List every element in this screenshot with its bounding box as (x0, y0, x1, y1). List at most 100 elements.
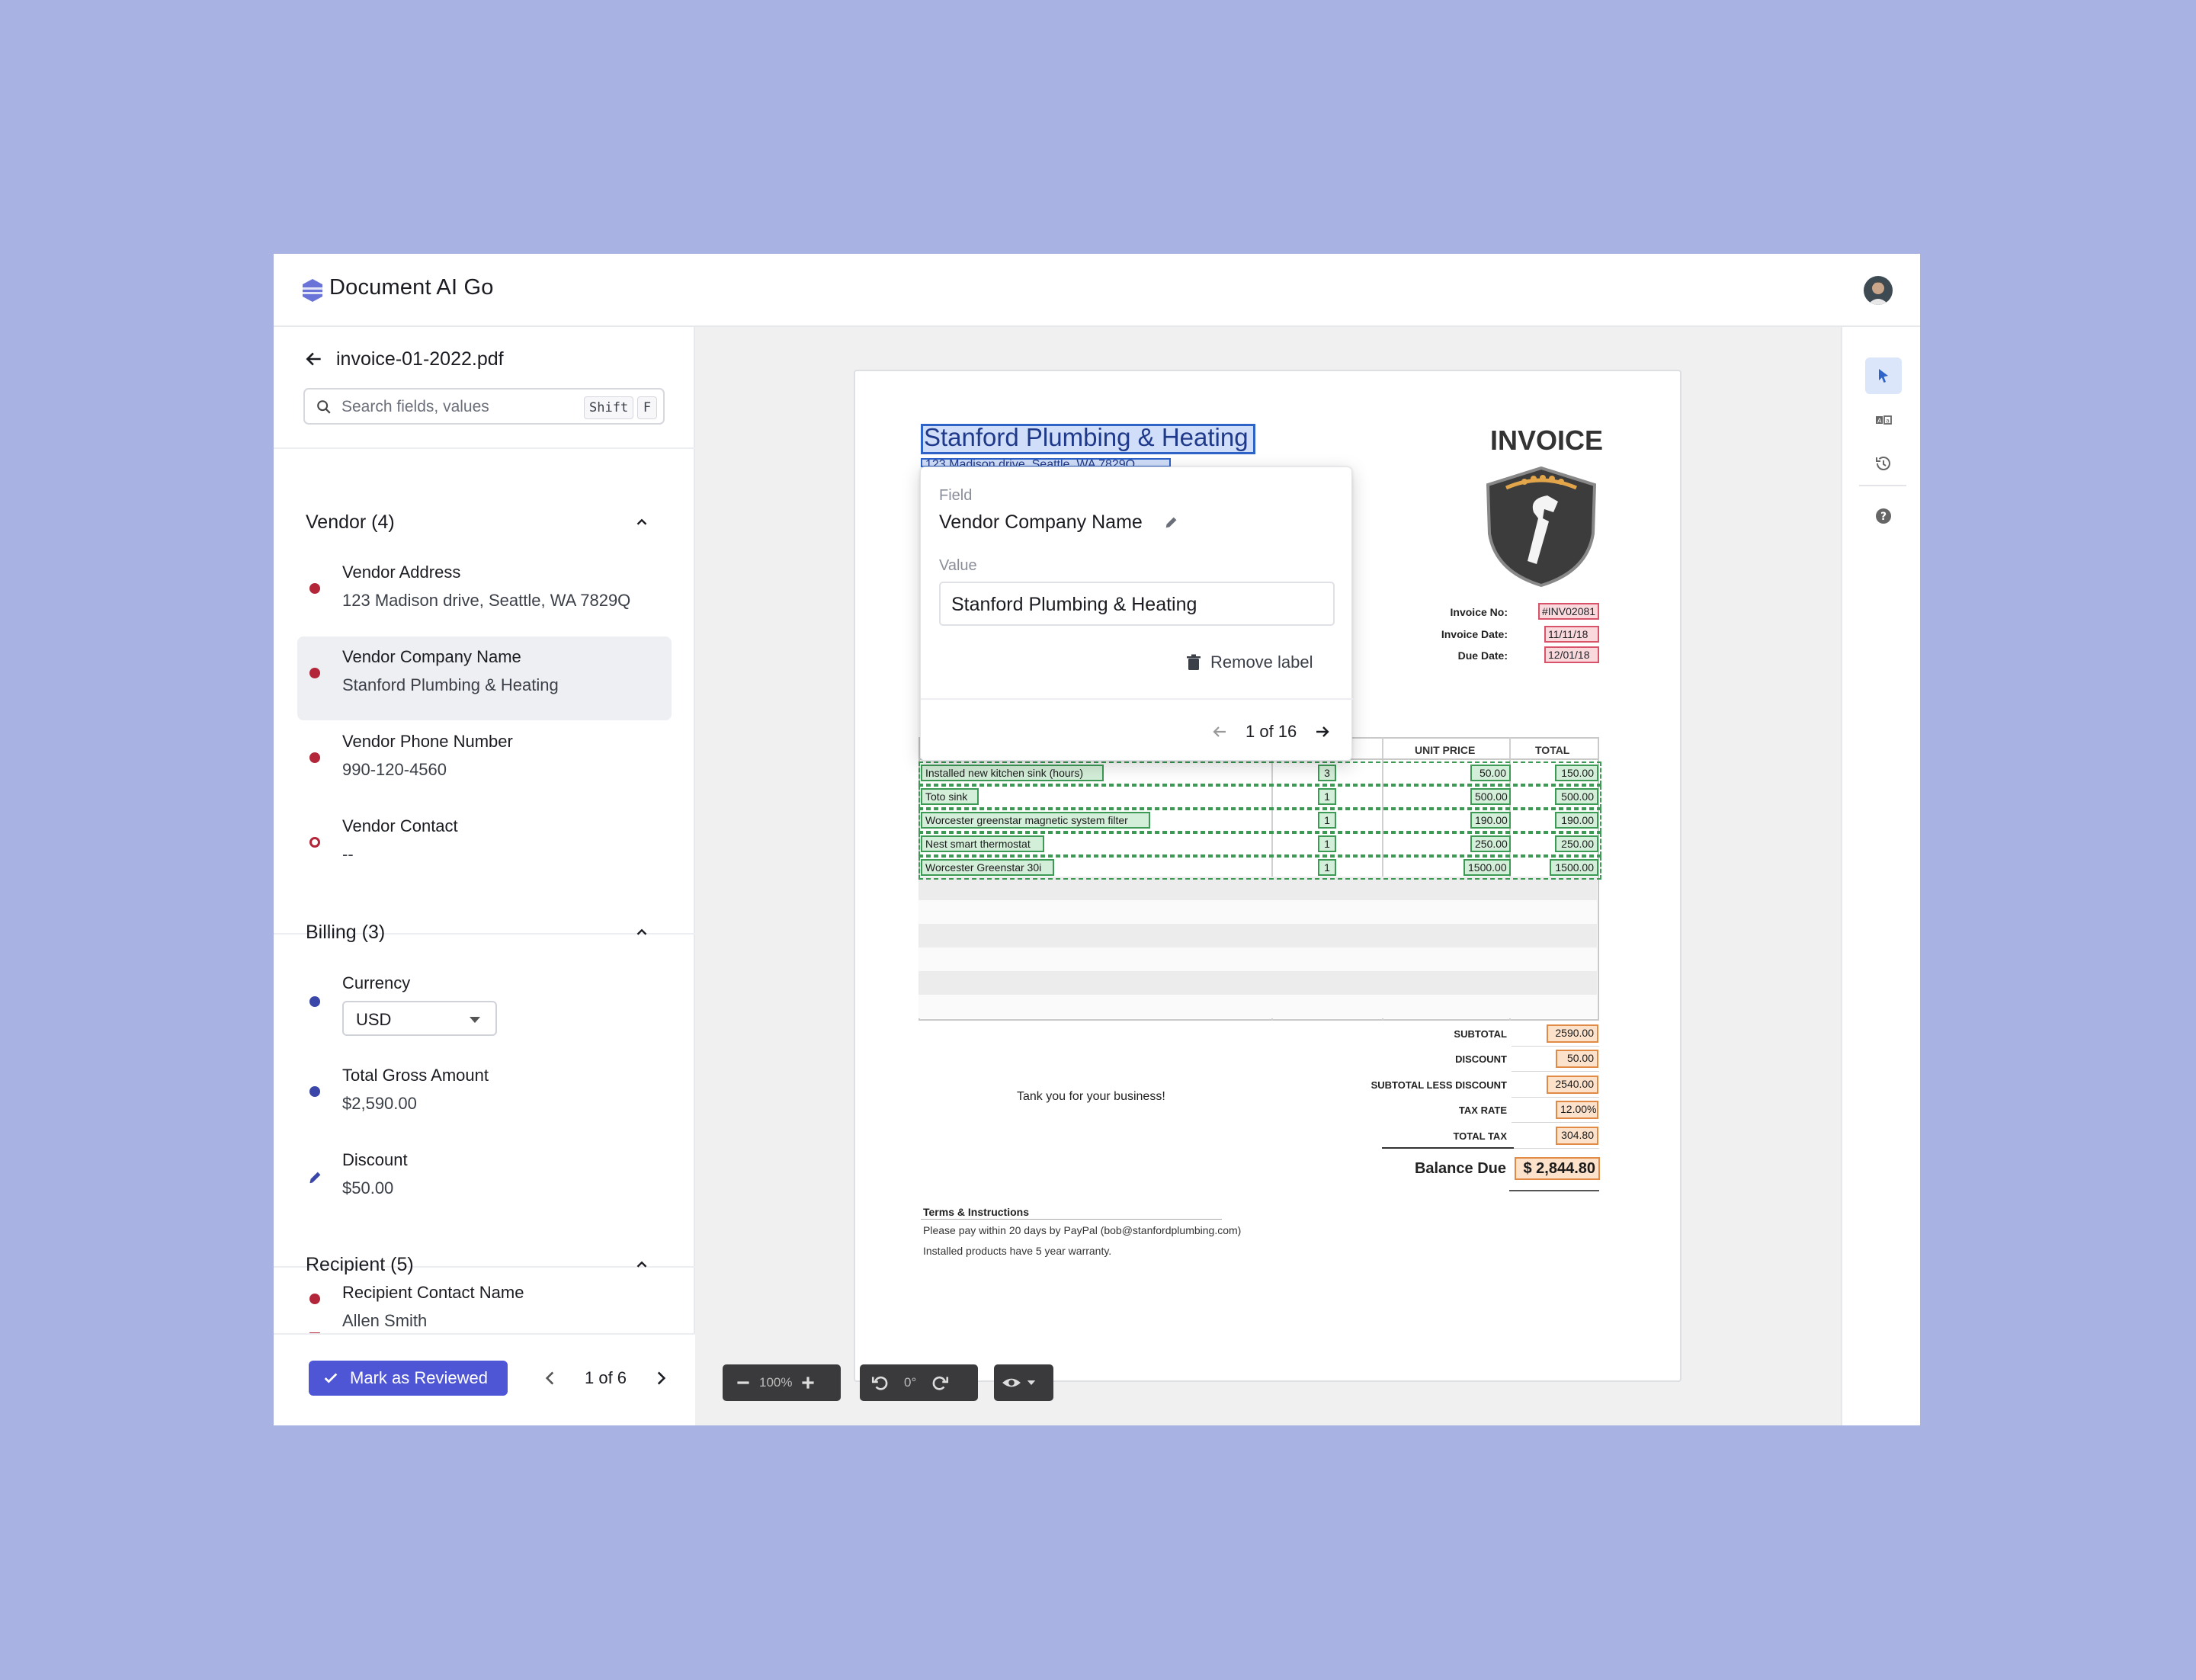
wrench-shield-logo-icon (1486, 466, 1597, 588)
summary-row-rule (1512, 1148, 1599, 1149)
app-title: Document AI Go (329, 275, 494, 300)
field-vendor-address[interactable]: Vendor Address 123 Madison drive, Seattl… (297, 552, 672, 636)
summary-label: SUBTOTAL (1454, 1028, 1507, 1040)
summary-label: DISCOUNT (1455, 1053, 1507, 1065)
terms-line-2: Installed products have 5 year warranty. (923, 1245, 1112, 1257)
translate-tool-button[interactable]: Aa (1865, 402, 1902, 438)
popover-value-input[interactable]: Stanford Plumbing & Heating (939, 582, 1335, 626)
col-unit-price: UNIT PRICE (1415, 744, 1476, 756)
search-placeholder: Search fields, values (341, 398, 489, 415)
svg-text:A: A (1877, 418, 1882, 425)
balance-rule (1509, 1190, 1599, 1191)
line-item-description[interactable]: Toto sink (921, 788, 979, 805)
field-total-gross-amount[interactable]: Total Gross Amount $2,590.00 (297, 1055, 672, 1139)
line-item-quantity[interactable]: 1 (1318, 835, 1336, 852)
rotate-right-icon[interactable] (930, 1373, 950, 1393)
field-value: 123 Madison drive, Seattle, WA 7829Q (342, 591, 631, 610)
check-icon (324, 1373, 338, 1383)
line-item-total[interactable]: 190.00 (1555, 812, 1598, 829)
next-instance-arrow-icon[interactable] (1313, 723, 1332, 741)
balance-due-value[interactable]: $ 2,844.80 (1515, 1157, 1600, 1180)
line-item-total[interactable]: 1500.00 (1550, 859, 1598, 876)
empty-table-row (918, 947, 1597, 971)
currency-select[interactable]: USD (342, 1001, 497, 1036)
line-item-unit-price[interactable]: 250.00 (1470, 835, 1511, 852)
line-item-description[interactable]: Nest smart thermostat (921, 835, 1044, 852)
zoom-in-icon[interactable] (798, 1373, 818, 1393)
empty-table-row (918, 924, 1597, 947)
section-billing-title[interactable]: Billing (3) (306, 922, 385, 944)
line-item-quantity[interactable]: 1 (1318, 859, 1336, 876)
chevron-up-icon[interactable] (633, 924, 650, 941)
line-item-description[interactable]: Installed new kitchen sink (hours) (921, 765, 1104, 781)
help-button[interactable]: ? (1865, 498, 1902, 534)
currency-value: USD (356, 1010, 392, 1029)
visibility-control[interactable] (994, 1364, 1053, 1401)
prev-page-icon[interactable] (540, 1368, 560, 1388)
label-edit-popover: Field Vendor Company Name Value Stanford… (920, 466, 1353, 761)
optional-dot (309, 1086, 320, 1097)
summary-value[interactable]: 2590.00 (1547, 1024, 1598, 1043)
summary-value[interactable]: 304.80 (1556, 1127, 1598, 1145)
terms-rule (921, 1219, 1222, 1220)
rotate-left-icon[interactable] (870, 1373, 890, 1393)
prev-instance-arrow-icon[interactable] (1210, 723, 1229, 741)
field-vendor-contact[interactable]: Vendor Contact -- (297, 806, 672, 890)
chevron-down-icon (1027, 1380, 1036, 1385)
history-tool-button[interactable] (1865, 445, 1902, 482)
line-item-quantity[interactable]: 1 (1318, 812, 1336, 829)
select-tool-button[interactable] (1865, 357, 1902, 394)
popover-value-text: Stanford Plumbing & Heating (951, 594, 1197, 615)
line-item-quantity[interactable]: 1 (1318, 788, 1336, 805)
mark-as-reviewed-button[interactable]: Mark as Reviewed (309, 1361, 508, 1396)
user-avatar[interactable] (1864, 276, 1893, 305)
edit-field-pencil-icon[interactable] (1163, 514, 1180, 531)
invoice-no-value[interactable]: #INV02081 (1538, 603, 1599, 620)
field-label: Total Gross Amount (342, 1066, 489, 1085)
field-vendor-company-name[interactable]: Vendor Company Name Stanford Plumbing & … (297, 636, 672, 720)
required-dot (309, 668, 320, 678)
back-row: invoice-01-2022.pdf (304, 344, 504, 374)
zoom-out-icon[interactable] (733, 1373, 753, 1393)
summary-label: TAX RATE (1458, 1105, 1507, 1116)
section-recipient-title[interactable]: Recipient (5) (306, 1254, 414, 1276)
line-item-quantity[interactable]: 3 (1318, 765, 1336, 781)
remove-label-text: Remove label (1210, 652, 1313, 672)
invoice-no-label: Invoice No: (1450, 606, 1508, 618)
invoice-date-value[interactable]: 11/11/18 (1544, 626, 1599, 643)
back-arrow-icon[interactable] (304, 349, 324, 369)
empty-required-dot (309, 837, 320, 848)
chevron-up-icon[interactable] (633, 514, 650, 531)
field-vendor-phone[interactable]: Vendor Phone Number 990-120-4560 (297, 721, 672, 805)
due-date-label: Due Date: (1457, 649, 1508, 662)
right-toolbar: Aa ? (1841, 327, 1920, 1425)
next-page-icon[interactable] (651, 1368, 671, 1388)
line-item-unit-price[interactable]: 1500.00 (1463, 859, 1511, 876)
chevron-up-icon[interactable] (633, 1256, 650, 1273)
line-item-unit-price[interactable]: 50.00 (1470, 765, 1511, 781)
line-item-description[interactable]: Worcester Greenstar 30i (921, 859, 1054, 876)
due-date-value[interactable]: 12/01/18 (1544, 646, 1599, 663)
line-item-unit-price[interactable]: 500.00 (1470, 788, 1511, 805)
section-vendor-title[interactable]: Vendor (4) (306, 511, 395, 534)
remove-label-button[interactable]: Remove label (1186, 652, 1313, 673)
line-item-unit-price[interactable]: 190.00 (1470, 812, 1511, 829)
summary-value[interactable]: 2540.00 (1547, 1076, 1598, 1094)
search-input[interactable]: Search fields, values Shift F (303, 388, 665, 425)
text-compare-icon: Aa (1876, 415, 1892, 425)
vendor-company-name-highlight[interactable]: Stanford Plumbing & Heating (921, 424, 1255, 454)
field-currency[interactable]: Currency USD (297, 963, 672, 1054)
recipient-value-row: Recipient Contact Name Allen Smith (297, 1284, 672, 1332)
line-item-description[interactable]: Worcester greenstar magnetic system filt… (921, 812, 1150, 829)
top-bar: Document AI Go (274, 254, 1920, 327)
popover-value-label: Value (939, 557, 977, 574)
col-total: TOTAL (1535, 744, 1570, 756)
line-item-total[interactable]: 500.00 (1555, 788, 1598, 805)
summary-value[interactable]: 12.00% (1556, 1101, 1598, 1119)
line-item-total[interactable]: 250.00 (1555, 835, 1598, 852)
line-item-total[interactable]: 150.00 (1555, 765, 1598, 781)
field-discount[interactable]: Discount $50.00 (297, 1140, 672, 1223)
field-label: Discount (342, 1150, 408, 1169)
popover-divider (921, 698, 1353, 700)
summary-value[interactable]: 50.00 (1556, 1050, 1598, 1068)
